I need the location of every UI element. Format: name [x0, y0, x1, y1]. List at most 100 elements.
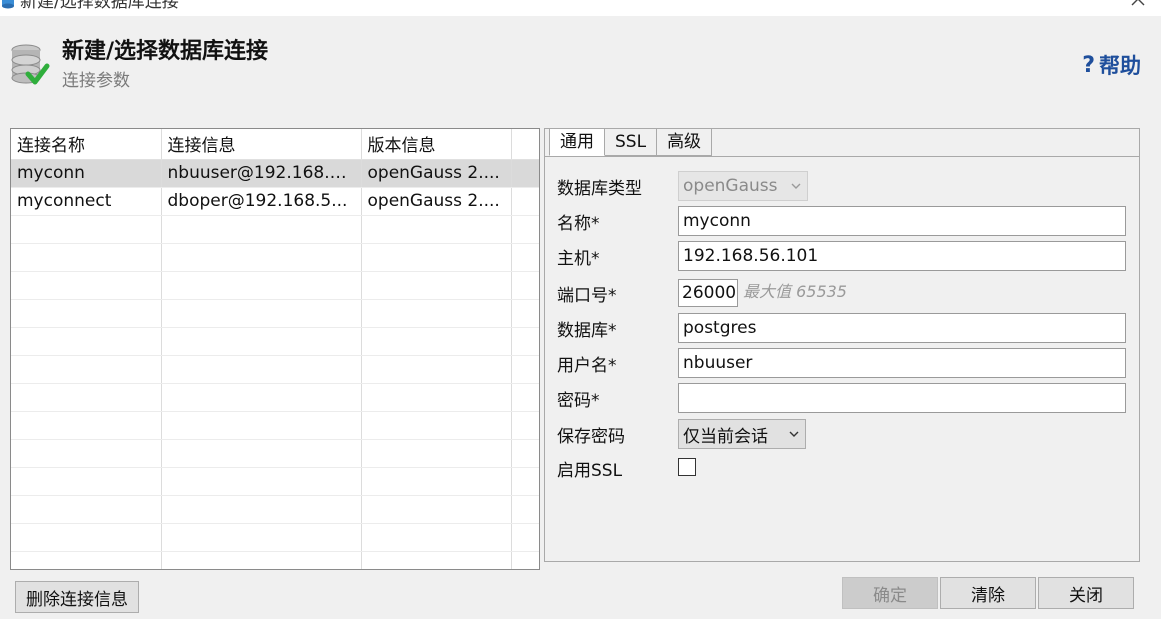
help-link[interactable]: ? 帮助: [1082, 50, 1141, 80]
row-username: 用户名*: [557, 348, 677, 378]
empty-cell: [361, 439, 512, 468]
cell-version: openGauss 2....: [361, 159, 512, 188]
connection-form-panel: 通用 SSL 高级 数据库类型 openGauss 名称* 主机* 端口号* 2…: [544, 128, 1140, 562]
username-label: 用户名*: [557, 355, 617, 376]
empty-cell: [511, 327, 539, 356]
empty-cell: [361, 411, 512, 440]
cell-version: openGauss 2....: [361, 187, 512, 216]
row-enable-ssl: 启用SSL: [557, 453, 677, 483]
empty-cell: [511, 411, 539, 440]
row-port: 端口号*: [557, 278, 677, 308]
empty-cell: [161, 271, 362, 300]
column-header-info[interactable]: 连接信息: [161, 129, 362, 160]
save-password-select[interactable]: 仅当前会话: [678, 419, 806, 449]
database-input[interactable]: [678, 313, 1126, 343]
tab-general[interactable]: 通用: [549, 129, 605, 156]
username-input[interactable]: [678, 348, 1126, 378]
empty-table-row: [11, 243, 539, 272]
row-host: 主机*: [557, 241, 677, 271]
empty-cell: [161, 439, 362, 468]
save-password-label: 保存密码: [557, 426, 625, 447]
enable-ssl-checkbox[interactable]: [678, 458, 696, 476]
column-header-name[interactable]: 连接名称: [11, 129, 162, 160]
empty-cell: [511, 355, 539, 384]
clear-button[interactable]: 清除: [940, 577, 1036, 609]
empty-table-row: [11, 467, 539, 496]
table-row[interactable]: myconnect dboper@192.168.5... openGauss …: [11, 187, 539, 216]
save-password-value: 仅当前会话: [683, 426, 768, 447]
table-row[interactable]: myconn nbuuser@192.168.5... openGauss 2.…: [11, 159, 539, 188]
empty-cell: [511, 215, 539, 244]
empty-cell: [361, 467, 512, 496]
name-label: 名称*: [557, 213, 600, 234]
cell-filler: [511, 187, 539, 216]
tab-ssl[interactable]: SSL: [605, 129, 658, 156]
row-db-type: 数据库类型: [557, 171, 677, 201]
empty-cell: [11, 411, 162, 440]
row-password: 密码*: [557, 383, 677, 413]
window-title: 新建/选择数据库连接: [20, 0, 179, 12]
empty-cell: [11, 551, 162, 569]
empty-cell: [361, 355, 512, 384]
empty-cell: [361, 299, 512, 328]
empty-cell: [511, 271, 539, 300]
cell-filler: [511, 159, 539, 188]
empty-table-row: [11, 215, 539, 244]
empty-cell: [11, 271, 162, 300]
tab-advanced[interactable]: 高级: [657, 129, 713, 156]
empty-cell: [511, 243, 539, 272]
database-check-icon: [11, 44, 50, 85]
empty-cell: [361, 383, 512, 412]
empty-table-row: [11, 299, 539, 328]
empty-cell: [361, 327, 512, 356]
column-header-version[interactable]: 版本信息: [361, 129, 512, 160]
connection-table: 连接名称 连接信息 版本信息 myconn nbuuser@192.168.5.…: [10, 128, 540, 570]
ok-button[interactable]: 确定: [842, 577, 938, 609]
empty-cell: [161, 299, 362, 328]
dialog-header: 新建/选择数据库连接 连接参数 ? 帮助: [0, 16, 1161, 116]
empty-cell: [361, 495, 512, 524]
chevron-down-icon: [789, 431, 799, 437]
empty-cell: [11, 215, 162, 244]
empty-cell: [11, 383, 162, 412]
empty-cell: [161, 495, 362, 524]
empty-cell: [361, 243, 512, 272]
enable-ssl-label: 启用SSL: [557, 460, 623, 481]
empty-cell: [361, 271, 512, 300]
password-input[interactable]: [678, 383, 1126, 413]
help-label: 帮助: [1099, 54, 1141, 78]
empty-table-row: [11, 271, 539, 300]
database-label: 数据库*: [557, 320, 617, 341]
cell-info: nbuuser@192.168.5...: [161, 159, 362, 188]
empty-table-row: [11, 523, 539, 552]
empty-cell: [161, 411, 362, 440]
empty-cell: [161, 215, 362, 244]
close-button[interactable]: 关闭: [1038, 577, 1134, 609]
empty-cell: [361, 215, 512, 244]
empty-cell: [511, 299, 539, 328]
empty-table-row: [11, 327, 539, 356]
empty-cell: [11, 439, 162, 468]
port-input[interactable]: 26000: [678, 279, 738, 307]
empty-cell: [361, 523, 512, 552]
delete-connection-button[interactable]: 删除连接信息: [15, 581, 139, 613]
empty-cell: [11, 495, 162, 524]
empty-cell: [161, 523, 362, 552]
host-input[interactable]: [678, 241, 1126, 271]
empty-table-row: [11, 439, 539, 468]
close-icon[interactable]: [1127, 0, 1149, 10]
column-header-filler: [511, 129, 539, 160]
empty-table-row: [11, 355, 539, 384]
empty-cell: [511, 383, 539, 412]
empty-table-row: [11, 551, 539, 569]
cell-name: myconn: [11, 159, 162, 188]
page-title: 新建/选择数据库连接: [62, 39, 269, 64]
empty-cell: [161, 243, 362, 272]
db-type-select[interactable]: openGauss: [678, 171, 808, 201]
empty-cell: [11, 327, 162, 356]
row-database: 数据库*: [557, 313, 677, 343]
row-save-password: 保存密码: [557, 419, 677, 449]
table-header-row: 连接名称 连接信息 版本信息: [11, 129, 539, 160]
name-input[interactable]: [678, 206, 1126, 236]
chevron-down-icon: [791, 183, 801, 189]
